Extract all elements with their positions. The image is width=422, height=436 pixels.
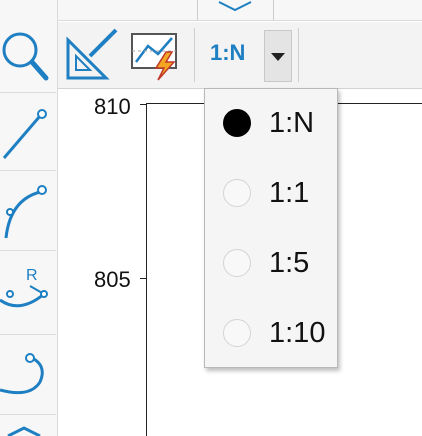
y-tick-label: 810 <box>94 94 131 119</box>
toolbar-divider <box>298 28 299 82</box>
scale-option-label: 1:N <box>269 107 315 139</box>
toolbar-divider <box>194 28 195 82</box>
scale-option-label: 1:1 <box>269 177 310 209</box>
scale-option[interactable]: 1:N <box>205 89 337 159</box>
radius-curve-icon: R <box>0 267 48 308</box>
y-tick-label: 805 <box>94 267 131 292</box>
tool-divider <box>0 414 56 415</box>
toolbar: 1:N <box>58 22 422 89</box>
graph-top-border <box>146 103 204 104</box>
radio-button[interactable] <box>223 179 251 207</box>
y-axis-tick <box>140 104 146 105</box>
caret-down-icon <box>271 53 285 61</box>
y-axis-line <box>146 104 147 436</box>
spline-tool-button[interactable] <box>0 338 56 410</box>
svg-text:R: R <box>26 267 38 284</box>
scale-option[interactable]: 1:10 <box>205 299 337 369</box>
scale-dropdown-button[interactable] <box>264 30 292 82</box>
tab-divider <box>197 0 198 20</box>
tool-divider <box>0 170 56 171</box>
line-segment-icon <box>2 109 47 159</box>
scale-option-label: 1:10 <box>269 317 326 349</box>
magnifier-icon <box>2 32 49 81</box>
scale-option[interactable]: 1:5 <box>205 229 337 299</box>
scale-option[interactable]: 1:1 <box>205 159 337 229</box>
graph-lightning-icon <box>131 33 177 81</box>
tool-divider <box>0 250 56 251</box>
set-square-button[interactable] <box>64 26 120 82</box>
chevron-down-icon[interactable] <box>215 0 255 12</box>
zoom-tool-button[interactable] <box>0 20 56 92</box>
scale-dropdown-menu: 1:N 1:1 1:5 1:10 <box>204 88 338 368</box>
tool-divider <box>0 92 56 93</box>
radius-curve-tool-button[interactable]: R <box>0 254 56 326</box>
set-square-pencil-icon <box>66 28 118 80</box>
tool-divider <box>0 334 56 335</box>
line-tool-button[interactable] <box>0 96 56 168</box>
graph-top-border <box>338 103 422 104</box>
arc-icon <box>4 185 47 239</box>
y-axis-tick <box>140 278 146 279</box>
top-tab-strip <box>57 0 422 21</box>
chevron-up-icon[interactable] <box>4 422 44 436</box>
left-tool-strip: R <box>0 0 58 436</box>
curve-tool-button[interactable] <box>0 174 56 246</box>
scale-option-label: 1:5 <box>269 247 310 279</box>
radio-button[interactable] <box>223 319 251 347</box>
tab-divider <box>273 0 274 20</box>
radio-button[interactable] <box>223 249 251 277</box>
scale-label[interactable]: 1:N <box>210 40 245 66</box>
auto-scale-button[interactable] <box>128 26 184 82</box>
radio-button[interactable] <box>223 109 251 137</box>
spline-icon <box>0 353 44 395</box>
